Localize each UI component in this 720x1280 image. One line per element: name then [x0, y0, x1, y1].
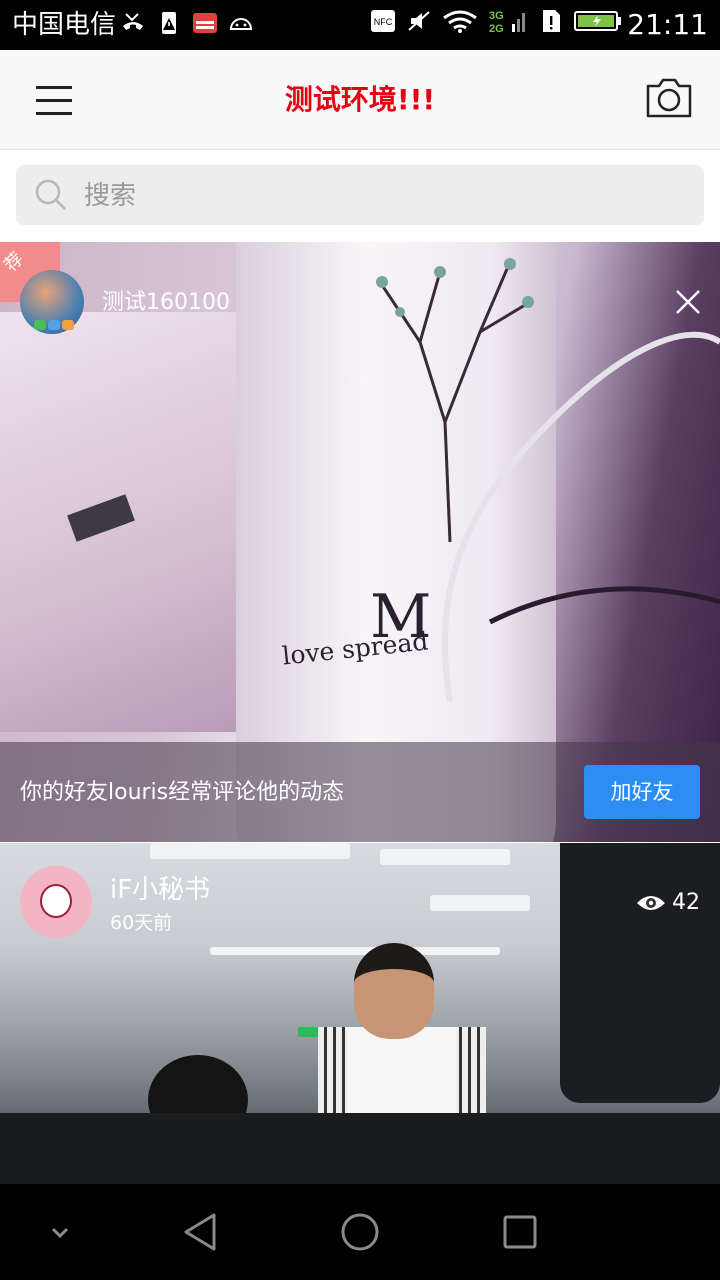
- search-icon: [35, 179, 66, 210]
- app-header: 测试环境!!!: [0, 50, 720, 150]
- view-count-value: 42: [672, 890, 700, 915]
- android-icon: [229, 18, 253, 30]
- post-image[interactable]: [0, 842, 720, 1185]
- recommendation-reason: 你的好友louris经常评论他的动态: [20, 780, 345, 805]
- collapse-icon[interactable]: [36, 1208, 84, 1256]
- avatar[interactable]: [20, 866, 92, 938]
- status-icons-right: NFC 3G 2G: [370, 8, 622, 34]
- nfc-label: NFC: [374, 17, 393, 27]
- radio-icon: [193, 13, 217, 33]
- add-friend-button[interactable]: 加好友: [584, 765, 700, 819]
- home-icon[interactable]: [336, 1208, 384, 1256]
- network-label-top: 3G: [489, 10, 504, 22]
- storage-warning-icon: [162, 12, 176, 34]
- nfc-icon: NFC: [371, 10, 395, 32]
- missed-call-icon: [123, 13, 143, 30]
- wifi-icon: [443, 10, 477, 33]
- clock: 21:11: [627, 8, 708, 41]
- network-label-bottom: 2G: [489, 23, 504, 34]
- battery-charging-icon: [574, 11, 621, 31]
- recommendation-footer: 你的好友louris经常评论他的动态 加好友: [0, 742, 720, 842]
- sim-alert-icon: [543, 10, 560, 32]
- status-icons-left: [120, 10, 254, 36]
- status-bar: 中国电信 NFC 3G 2G 21:11: [0, 0, 720, 50]
- mute-icon: [408, 11, 430, 31]
- user-name[interactable]: 测试160100: [102, 288, 230, 318]
- post-time: 60天前: [110, 912, 173, 934]
- view-count: 42: [636, 888, 700, 918]
- recommend-badge-text: 荐: [0, 248, 28, 276]
- avatar-status-icons: [34, 320, 78, 332]
- back-icon[interactable]: [176, 1208, 224, 1256]
- search-box[interactable]: [16, 165, 704, 225]
- eye-icon: [637, 896, 665, 910]
- search-bar: [0, 150, 720, 242]
- page-title: 测试环境!!!: [284, 83, 436, 116]
- user-name[interactable]: iF小秘书: [110, 874, 210, 906]
- system-nav-bar: [0, 1184, 720, 1280]
- carrier-name: 中国电信: [12, 10, 117, 40]
- search-input[interactable]: [82, 175, 646, 217]
- cable: [441, 331, 720, 702]
- recent-apps-icon[interactable]: [496, 1208, 544, 1256]
- camera-icon[interactable]: [644, 76, 694, 120]
- close-icon[interactable]: [672, 286, 704, 318]
- signal-3g-2g-icon: 3G2G: [489, 10, 525, 34]
- chair: [560, 843, 720, 1103]
